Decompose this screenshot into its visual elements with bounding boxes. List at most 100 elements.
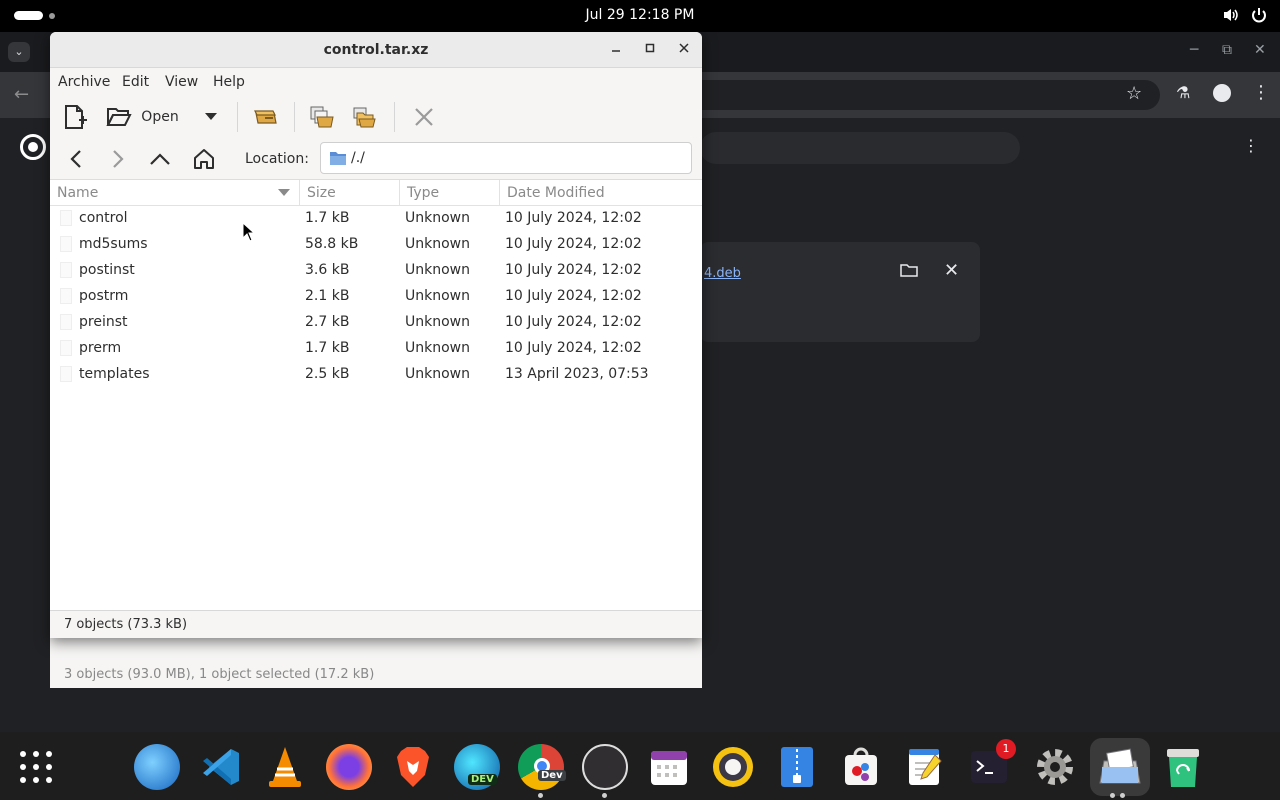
archive-icon[interactable] — [774, 744, 820, 790]
tab-search-button[interactable]: ⌄ — [8, 42, 30, 62]
system-menu[interactable] — [1222, 6, 1268, 24]
vlc-icon[interactable] — [262, 744, 308, 790]
file-type: Unknown — [405, 314, 470, 330]
file-modified: 13 April 2023, 07:53 — [505, 366, 649, 382]
new-archive-button[interactable] — [62, 102, 88, 132]
chevron-down-icon — [205, 113, 217, 120]
file-name: postinst — [79, 262, 135, 278]
calendar-icon[interactable] — [646, 744, 692, 790]
background-archive-window: 3 objects (93.0 MB), 1 object selected (… — [50, 636, 702, 688]
maximize-button[interactable] — [640, 40, 660, 60]
open-folder-icon — [106, 108, 132, 126]
globe-icon[interactable] — [134, 744, 180, 790]
brave-icon[interactable] — [390, 744, 436, 790]
firefox-icon[interactable] — [326, 744, 372, 790]
menu-view[interactable]: View — [165, 74, 198, 90]
folder-icon[interactable] — [900, 262, 918, 282]
folder-icon — [330, 152, 346, 165]
file-size: 2.5 kB — [305, 366, 350, 382]
home-button[interactable] — [190, 146, 218, 172]
minimize-button[interactable] — [606, 40, 626, 60]
file-modified: 10 July 2024, 12:02 — [505, 236, 642, 252]
open-folder-button[interactable] — [104, 102, 134, 132]
column-date-modified[interactable]: Date Modified — [500, 180, 702, 206]
vscode-icon[interactable] — [198, 744, 244, 790]
trash-icon[interactable] — [1160, 744, 1206, 790]
table-row[interactable]: preinst 2.7 kB Unknown 10 July 2024, 12:… — [50, 310, 702, 336]
table-row[interactable]: md5sums 58.8 kB Unknown 10 July 2024, 12… — [50, 232, 702, 258]
menu-help[interactable]: Help — [213, 74, 245, 90]
open-button-label[interactable]: Open — [141, 102, 178, 132]
file-roller-icon[interactable] — [1097, 744, 1143, 790]
up-button[interactable] — [146, 146, 174, 172]
stop-button[interactable] — [410, 102, 438, 132]
edge-dev-label: DEV — [468, 774, 497, 785]
file-name: control — [79, 210, 128, 226]
edge-dev-icon[interactable]: DEV — [454, 744, 500, 790]
text-editor-icon[interactable] — [902, 744, 948, 790]
obs-icon[interactable] — [582, 744, 628, 790]
mouse-cursor-icon — [242, 222, 256, 242]
software-icon[interactable] — [838, 744, 884, 790]
file-modified: 10 July 2024, 12:02 — [505, 262, 642, 278]
chevron-up-icon — [150, 153, 170, 165]
add-folder-button[interactable] — [350, 102, 378, 132]
table-row[interactable]: postinst 3.6 kB Unknown 10 July 2024, 12… — [50, 258, 702, 284]
dock: DEV Dev — [0, 732, 1280, 800]
forward-button[interactable] — [104, 146, 132, 172]
file-icon — [60, 288, 72, 304]
star-icon[interactable]: ☆ — [1126, 83, 1142, 104]
chrome-dev-icon[interactable]: Dev — [518, 744, 566, 790]
column-size[interactable]: Size — [300, 180, 400, 206]
menu-bar: Archive Edit View Help — [50, 68, 702, 96]
table-row[interactable]: control 1.7 kB Unknown 10 July 2024, 12:… — [50, 206, 702, 232]
column-name-label: Name — [57, 185, 99, 201]
location-input[interactable]: /./ — [320, 142, 692, 174]
show-apps-icon[interactable] — [20, 751, 52, 783]
file-size: 1.7 kB — [305, 340, 350, 356]
menu-archive[interactable]: Archive — [58, 74, 110, 90]
profile-avatar-icon[interactable] — [1213, 84, 1231, 102]
settings-icon[interactable] — [1032, 744, 1078, 790]
file-type: Unknown — [405, 340, 470, 356]
file-icon — [60, 340, 72, 356]
table-row[interactable]: postrm 2.1 kB Unknown 10 July 2024, 12:0… — [50, 284, 702, 310]
column-type[interactable]: Type — [400, 180, 500, 206]
restore-icon[interactable]: ⧉ — [1222, 42, 1232, 58]
location-value: /./ — [351, 150, 365, 166]
browser-menu-icon[interactable]: ⋮ — [1252, 82, 1270, 103]
minimize-icon[interactable]: ─ — [1190, 42, 1198, 58]
running-indicator — [1120, 793, 1125, 798]
file-type: Unknown — [405, 262, 470, 278]
sort-descending-icon — [278, 189, 290, 196]
open-dropdown-button[interactable] — [202, 102, 220, 132]
close-icon[interactable]: ✕ — [944, 260, 959, 281]
file-list-header: Name Size Type Date Modified — [50, 180, 702, 206]
file-type: Unknown — [405, 210, 470, 226]
clock[interactable]: Jul 29 12:18 PM — [0, 7, 1280, 23]
download-link[interactable]: 4.deb — [704, 266, 741, 281]
page-menu-icon[interactable]: ⋮ — [1243, 136, 1259, 155]
column-name[interactable]: Name — [50, 180, 300, 206]
table-row[interactable]: prerm 1.7 kB Unknown 10 July 2024, 12:02 — [50, 336, 702, 362]
file-name: md5sums — [79, 236, 148, 252]
browser-search-box[interactable] — [700, 132, 1020, 164]
back-button[interactable] — [62, 146, 90, 172]
file-type: Unknown — [405, 366, 470, 382]
location-label: Location: — [245, 151, 309, 167]
menu-edit[interactable]: Edit — [122, 74, 149, 90]
close-icon[interactable]: ✕ — [1254, 42, 1266, 58]
file-modified: 10 July 2024, 12:02 — [505, 340, 642, 356]
toolbar-separator — [394, 102, 395, 132]
chrome-logo-icon — [20, 134, 46, 160]
back-arrow-icon[interactable]: ← — [14, 84, 29, 105]
labs-flask-icon[interactable]: ⚗ — [1176, 83, 1190, 102]
notification-badge: 1 — [996, 739, 1016, 759]
speaker-icon[interactable] — [710, 744, 756, 790]
add-files-button[interactable] — [308, 102, 336, 132]
table-row[interactable]: templates 2.5 kB Unknown 13 April 2023, … — [50, 362, 702, 388]
close-button[interactable] — [674, 40, 694, 60]
chevron-left-icon — [70, 150, 81, 168]
extract-button[interactable] — [252, 102, 280, 132]
title-bar[interactable]: control.tar.xz — [50, 32, 702, 68]
